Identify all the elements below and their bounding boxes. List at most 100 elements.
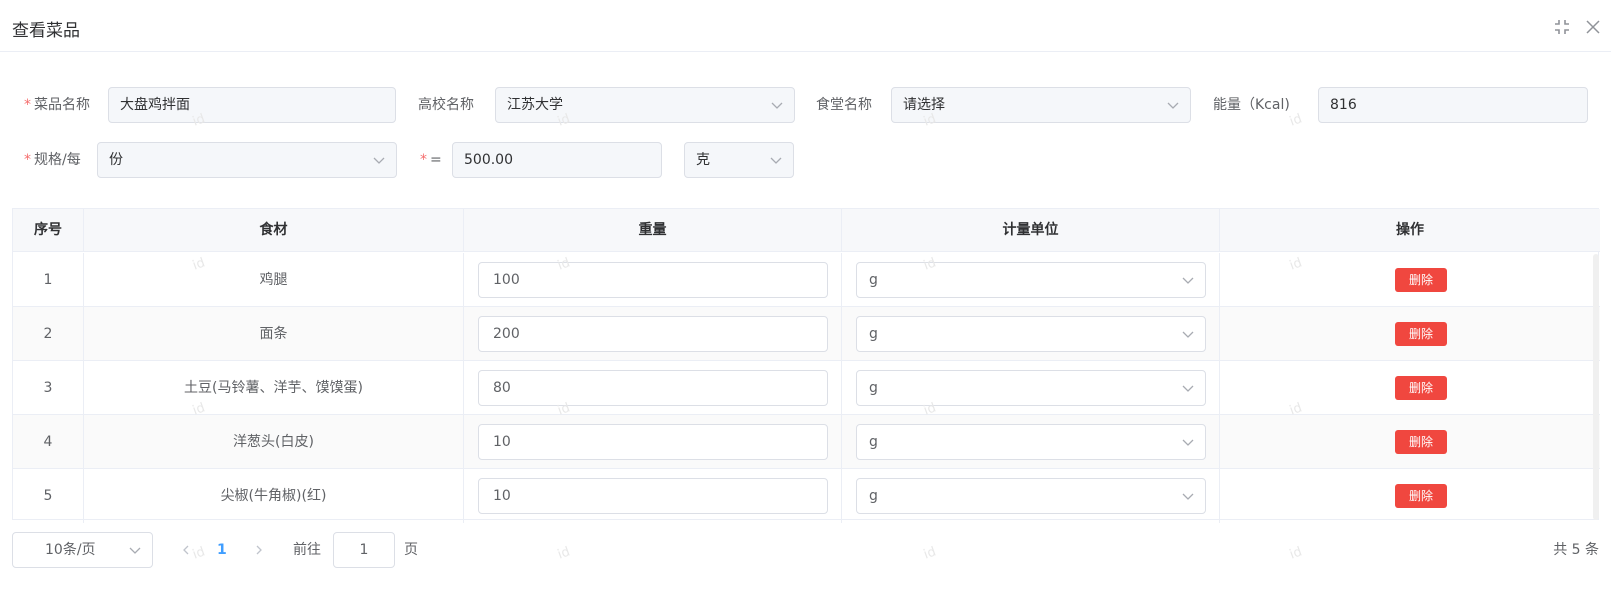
row-unit-cell: g	[842, 469, 1220, 523]
exit-fullscreen-icon[interactable]	[1553, 18, 1571, 36]
row-index: 5	[13, 469, 84, 523]
delete-button[interactable]: 删除	[1395, 376, 1447, 400]
weight-input[interactable]: 80	[478, 370, 828, 406]
col-ingredient: 食材	[84, 209, 464, 252]
canteen-select[interactable]: 请选择	[891, 87, 1191, 123]
unit-value: g	[869, 488, 878, 504]
unit-select[interactable]: g	[856, 370, 1206, 406]
unit-select[interactable]: g	[856, 478, 1206, 514]
row-index: 3	[13, 361, 84, 415]
goto-page-input[interactable]: 1	[333, 532, 395, 568]
canteen-placeholder: 请选择	[903, 97, 945, 113]
dialog-title: 查看菜品	[12, 21, 80, 41]
unit-value: g	[869, 326, 878, 342]
row-actions-cell: 删除	[1220, 253, 1600, 307]
school-select[interactable]: 江苏大学	[495, 87, 795, 123]
weight-input[interactable]: 10	[478, 424, 828, 460]
current-page[interactable]: 1	[217, 532, 227, 568]
goto-label: 前往	[293, 542, 321, 558]
row-ingredient: 面条	[84, 307, 464, 361]
pagination: 10条/页 1 前往 1 页 共 5 条	[0, 532, 1611, 568]
row-unit-cell: g	[842, 253, 1220, 307]
chevron-down-icon	[1182, 385, 1194, 392]
table-row: 4 洋葱头(白皮) 10 g 删除	[13, 415, 1600, 469]
weight-input[interactable]: 10	[478, 478, 828, 514]
row-ingredient: 洋葱头(白皮)	[84, 415, 464, 469]
row-index: 1	[13, 253, 84, 307]
row-actions-cell: 删除	[1220, 469, 1600, 523]
col-weight: 重量	[464, 209, 842, 252]
table-row: 2 面条 200 g 删除	[13, 307, 1600, 361]
form-row-2: * 规格/每 份 * = 500.00 克	[0, 142, 1611, 178]
canteen-label: 食堂名称	[816, 97, 872, 113]
equals-label: * =	[420, 152, 442, 168]
chevron-down-icon	[1182, 439, 1194, 446]
row-weight-cell: 100	[464, 253, 842, 307]
table-header: 序号 食材 重量 计量单位 操作	[13, 209, 1600, 252]
chevron-down-icon	[129, 547, 141, 554]
amount-input[interactable]: 500.00	[452, 142, 662, 178]
row-unit-cell: g	[842, 415, 1220, 469]
dish-name-label: * 菜品名称	[24, 97, 90, 113]
unit-select[interactable]: g	[856, 316, 1206, 352]
row-ingredient: 土豆(马铃薯、洋芋、馍馍蛋)	[84, 361, 464, 415]
row-actions-cell: 删除	[1220, 307, 1600, 361]
unit-select[interactable]: g	[856, 424, 1206, 460]
row-weight-cell: 80	[464, 361, 842, 415]
close-icon[interactable]	[1584, 18, 1602, 36]
chevron-down-icon	[771, 102, 783, 109]
row-unit-cell: g	[842, 361, 1220, 415]
chevron-down-icon	[770, 157, 782, 164]
energy-input[interactable]: 816	[1318, 87, 1588, 123]
chevron-down-icon	[1182, 277, 1194, 284]
table-row: 3 土豆(马铃薯、洋芋、馍馍蛋) 80 g 删除	[13, 361, 1600, 415]
spec-select[interactable]: 份	[97, 142, 397, 178]
unit-value: g	[869, 380, 878, 396]
delete-button[interactable]: 删除	[1395, 322, 1447, 346]
row-weight-cell: 10	[464, 469, 842, 523]
row-ingredient: 尖椒(牛角椒)(红)	[84, 469, 464, 523]
unit-select[interactable]: 克	[684, 142, 794, 178]
row-weight-cell: 10	[464, 415, 842, 469]
delete-button[interactable]: 删除	[1395, 430, 1447, 454]
energy-label: 能量（Kcal)	[1213, 97, 1290, 113]
unit-select[interactable]: g	[856, 262, 1206, 298]
school-label: 高校名称	[418, 97, 474, 113]
total-count: 共 5 条	[1553, 542, 1599, 558]
ingredients-table: 序号 食材 重量 计量单位 操作 1 鸡腿 100 g 删除 2 面条 200	[12, 208, 1600, 523]
chevron-down-icon	[1167, 102, 1179, 109]
unit-value: 克	[696, 152, 710, 168]
row-index: 4	[13, 415, 84, 469]
spec-value: 份	[109, 152, 123, 168]
delete-button[interactable]: 删除	[1395, 268, 1447, 292]
delete-button[interactable]: 删除	[1395, 484, 1447, 508]
row-unit-cell: g	[842, 307, 1220, 361]
page-suffix: 页	[404, 542, 418, 558]
col-unit: 计量单位	[842, 209, 1220, 252]
unit-value: g	[869, 434, 878, 450]
prev-page-icon[interactable]	[180, 544, 192, 556]
form-row-1: * 菜品名称 大盘鸡拌面 高校名称 江苏大学 食堂名称 请选择 能量（Kcal) …	[0, 87, 1611, 123]
weight-input[interactable]: 200	[478, 316, 828, 352]
table-scrollbar[interactable]	[1593, 254, 1599, 520]
spec-label: * 规格/每	[24, 152, 81, 168]
row-weight-cell: 200	[464, 307, 842, 361]
weight-input[interactable]: 100	[478, 262, 828, 298]
row-actions-cell: 删除	[1220, 361, 1600, 415]
row-actions-cell: 删除	[1220, 415, 1600, 469]
table-row: 1 鸡腿 100 g 删除	[13, 253, 1600, 307]
chevron-down-icon	[373, 157, 385, 164]
page-size-value: 10条/页	[45, 542, 96, 558]
row-index: 2	[13, 307, 84, 361]
table-row: 5 尖椒(牛角椒)(红) 10 g 删除	[13, 469, 1600, 523]
page-size-select[interactable]: 10条/页	[12, 532, 153, 568]
chevron-down-icon	[1182, 493, 1194, 500]
next-page-icon[interactable]	[253, 544, 265, 556]
row-ingredient: 鸡腿	[84, 253, 464, 307]
dialog-header: 查看菜品	[0, 0, 1611, 52]
col-index: 序号	[13, 209, 84, 252]
dish-name-input[interactable]: 大盘鸡拌面	[108, 87, 396, 123]
col-actions: 操作	[1396, 222, 1424, 238]
chevron-down-icon	[1182, 331, 1194, 338]
school-value: 江苏大学	[507, 97, 563, 113]
